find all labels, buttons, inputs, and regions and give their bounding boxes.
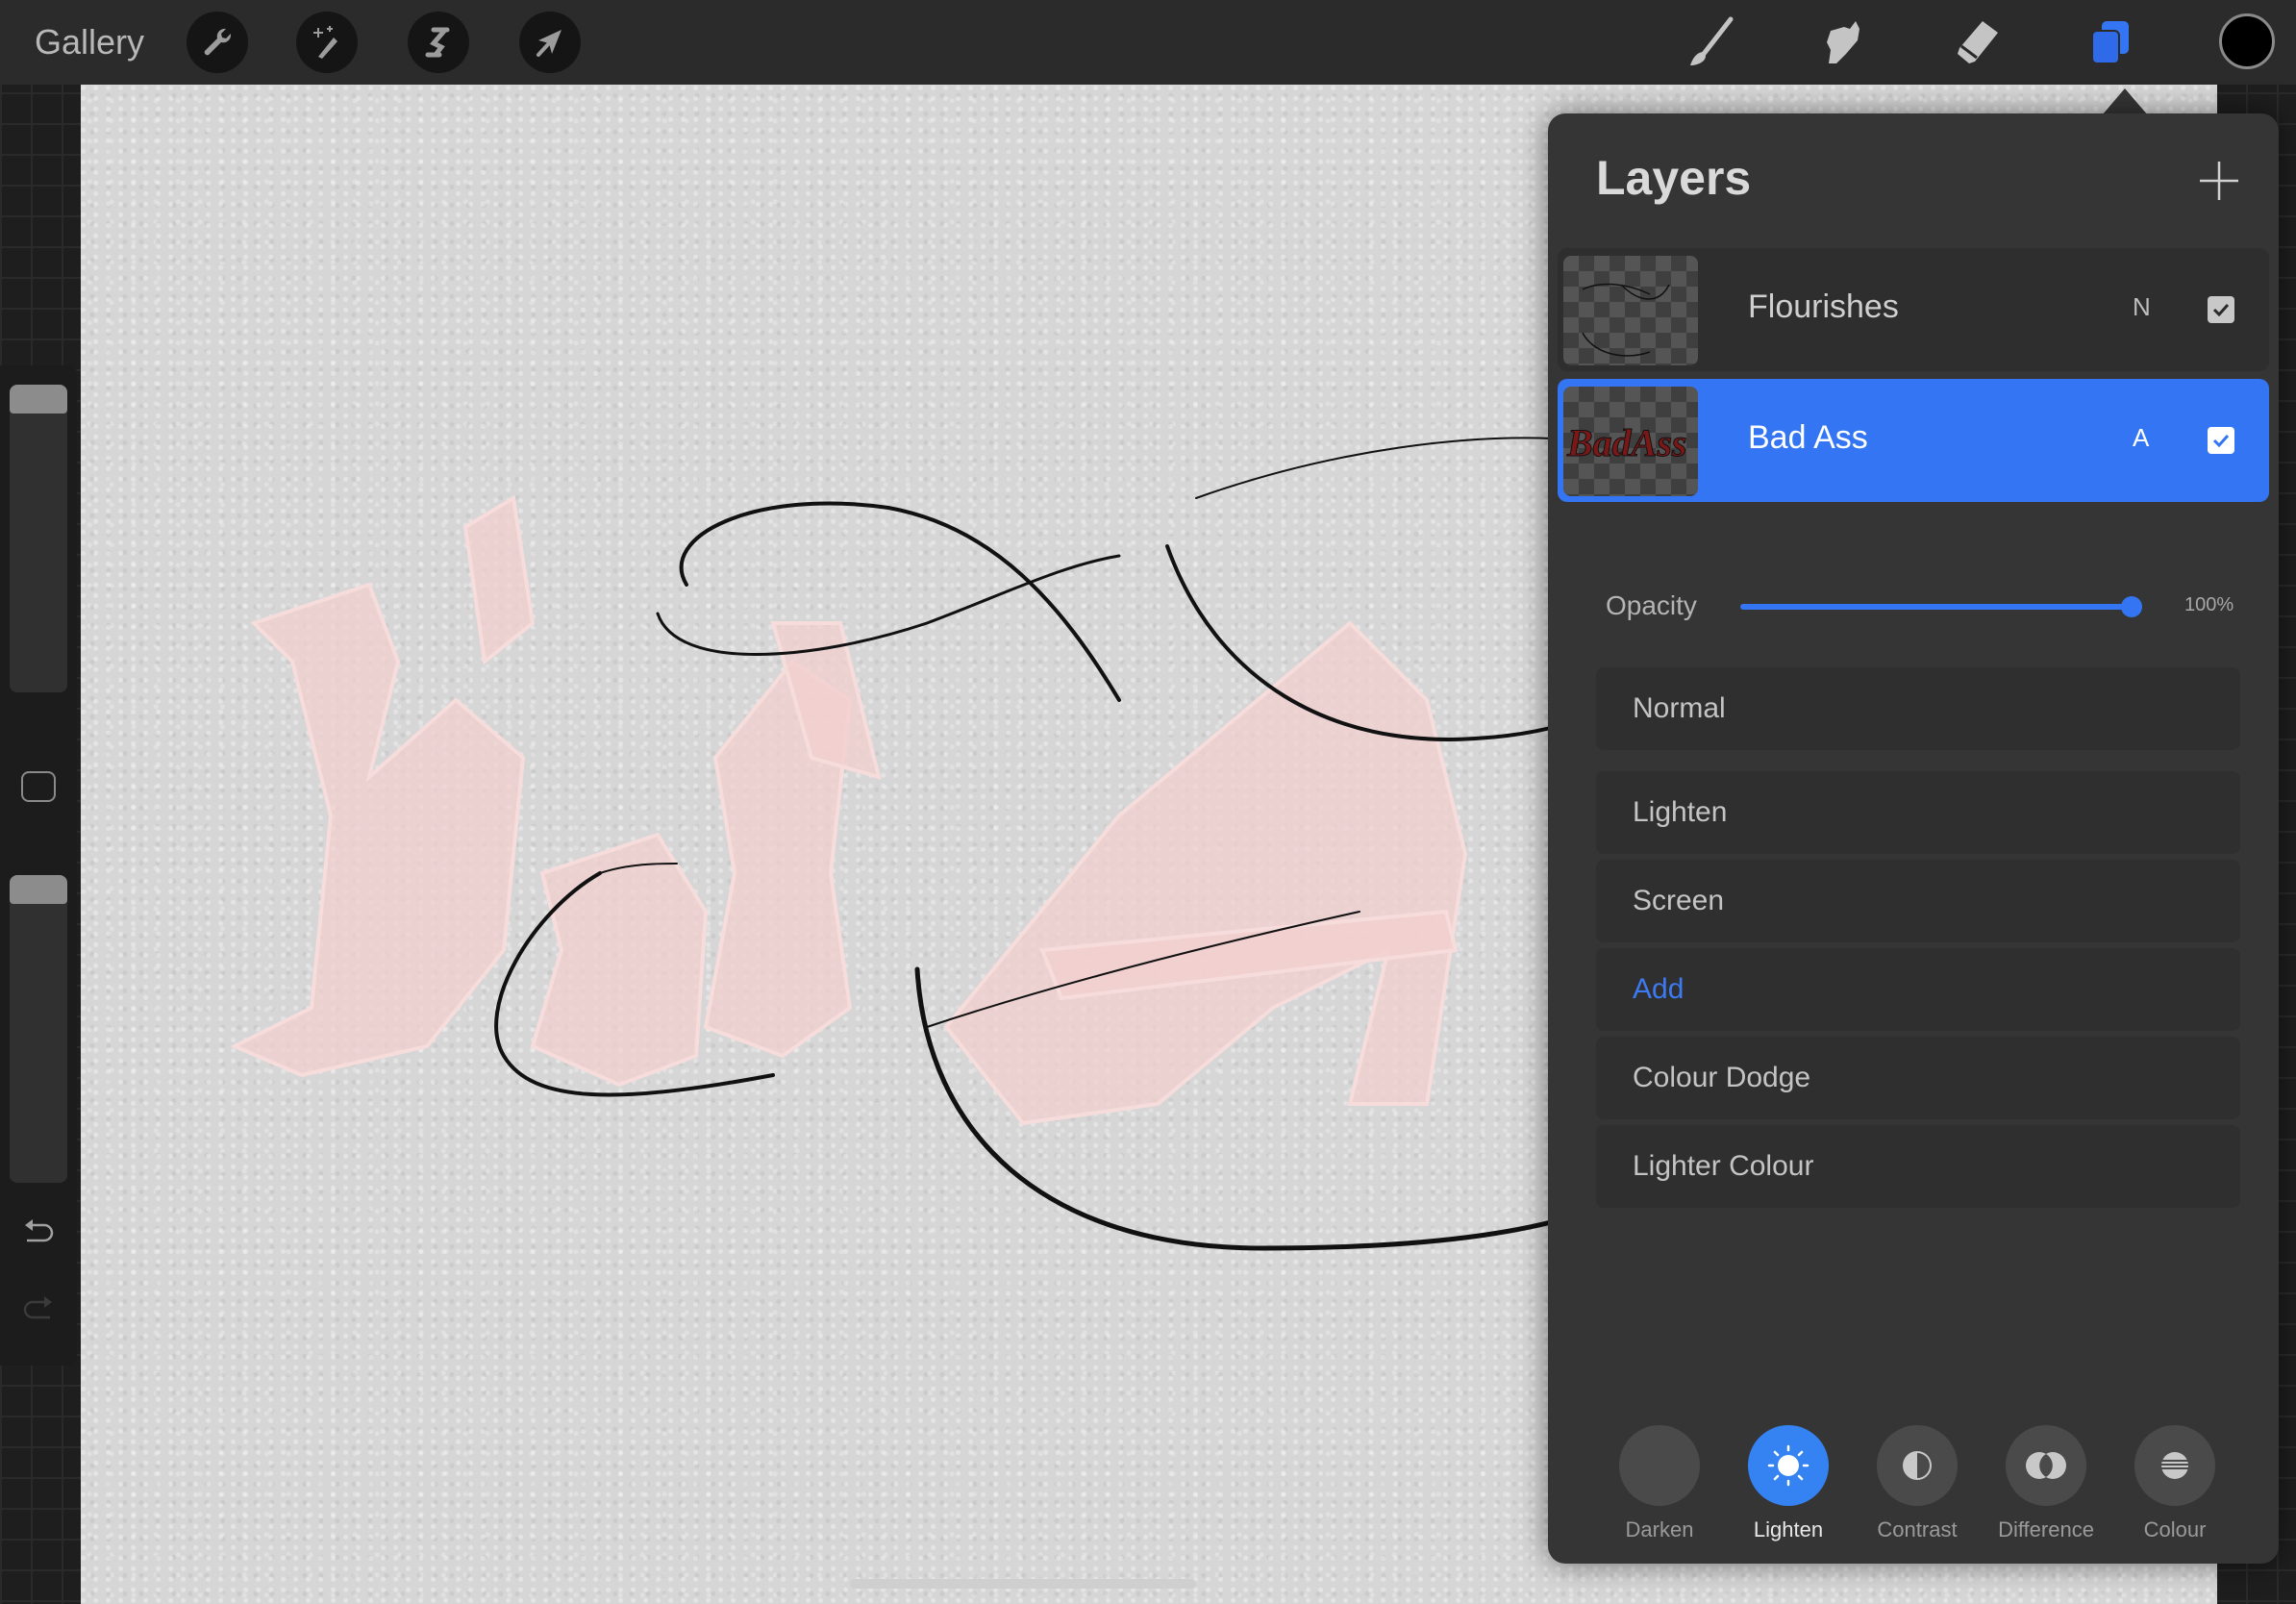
smudge-tool-button[interactable] bbox=[1809, 12, 1879, 73]
brush-icon bbox=[1690, 16, 1734, 65]
letter-a-capital bbox=[943, 620, 1468, 1126]
overlap-circles-icon bbox=[2026, 1452, 2066, 1479]
gallery-button[interactable]: Gallery bbox=[35, 19, 144, 65]
opacity-slider-thumb[interactable] bbox=[2121, 596, 2142, 617]
category-label: Difference bbox=[1998, 1517, 2094, 1541]
moon-icon bbox=[1649, 1453, 1668, 1478]
layer-row-bad-ass[interactable]: BadAss Bad Ass A bbox=[1558, 379, 2269, 502]
undo-icon bbox=[25, 1219, 54, 1242]
layer-visibility-checkbox[interactable] bbox=[2208, 427, 2234, 454]
brush-tool-button[interactable] bbox=[1677, 12, 1746, 73]
layers-tool-button[interactable] bbox=[2077, 12, 2146, 73]
brush-opacity-slider[interactable] bbox=[10, 875, 67, 1183]
smudge-finger-icon bbox=[1827, 21, 1859, 63]
selection-button[interactable] bbox=[408, 12, 469, 73]
blend-mode-label: Screen bbox=[1633, 885, 1725, 916]
modify-button[interactable] bbox=[21, 771, 56, 802]
checkmark-icon bbox=[2212, 303, 2230, 316]
layer-visibility-checkbox[interactable] bbox=[2208, 296, 2234, 323]
blend-mode-label: Normal bbox=[1633, 692, 1726, 724]
eraser-icon bbox=[1958, 21, 1998, 63]
sun-icon bbox=[1767, 1444, 1809, 1487]
flourish-arc-top-entry bbox=[1195, 437, 1582, 499]
add-layer-button[interactable] bbox=[2198, 160, 2240, 202]
color-picker-button[interactable] bbox=[2219, 13, 2275, 69]
layer-row-flourishes[interactable]: Flourishes N bbox=[1558, 248, 2269, 371]
redo-button[interactable] bbox=[17, 1289, 60, 1327]
blend-mode-normal[interactable]: Normal bbox=[1596, 667, 2240, 750]
checkmark-icon bbox=[2212, 434, 2230, 447]
home-indicator bbox=[850, 1579, 1196, 1589]
category-label: Contrast bbox=[1877, 1517, 1958, 1541]
flourish-loop-top bbox=[679, 501, 1121, 702]
category-difference-button[interactable] bbox=[2006, 1425, 2086, 1506]
blend-mode-label: Add bbox=[1633, 973, 1685, 1005]
transform-button[interactable] bbox=[519, 12, 581, 73]
layer-blend-mode-button[interactable]: A bbox=[2133, 423, 2149, 453]
category-label: Colour bbox=[2143, 1517, 2207, 1541]
letter-b bbox=[230, 582, 526, 1078]
left-sidebar bbox=[0, 365, 77, 1366]
plus-icon bbox=[2200, 162, 2238, 200]
category-label: Lighten bbox=[1753, 1517, 1824, 1541]
blend-mode-label: Colour Dodge bbox=[1633, 1062, 1811, 1093]
top-toolbar: Gallery bbox=[0, 0, 2296, 85]
blend-mode-add[interactable]: Add bbox=[1596, 948, 2240, 1031]
magic-wand-icon bbox=[313, 26, 337, 59]
opacity-label: Opacity bbox=[1606, 590, 1697, 620]
layers-panel: Layers Flourishes N BadAss Bad Ass A Opa… bbox=[1548, 113, 2279, 1564]
category-lighten-button[interactable] bbox=[1748, 1425, 1829, 1506]
blend-mode-lighten[interactable]: Lighten bbox=[1596, 771, 2240, 854]
eraser-tool-button[interactable] bbox=[1942, 12, 2011, 73]
layer-name: Flourishes bbox=[1748, 288, 1899, 325]
striped-circle-icon bbox=[2161, 1452, 2188, 1479]
arrow-cursor-icon bbox=[537, 30, 562, 57]
brush-opacity-thumb[interactable] bbox=[10, 875, 67, 904]
blend-mode-colour-dodge[interactable]: Colour Dodge bbox=[1596, 1037, 2240, 1119]
selection-s-icon bbox=[425, 27, 450, 58]
layer-blend-mode-button[interactable]: N bbox=[2133, 292, 2151, 322]
blend-mode-label: Lighter Colour bbox=[1633, 1150, 1814, 1182]
letter-a bbox=[530, 832, 709, 1088]
panel-pointer bbox=[2102, 88, 2148, 115]
layer-thumbnail: BadAss bbox=[1563, 387, 1698, 496]
layer-thumbnail bbox=[1563, 256, 1698, 365]
opacity-slider[interactable] bbox=[1740, 596, 2142, 617]
half-circle-icon bbox=[1903, 1451, 1932, 1480]
letter-b-stem bbox=[462, 494, 536, 665]
flourish-thumbnail-art bbox=[1582, 283, 1670, 357]
category-darken-button[interactable] bbox=[1619, 1425, 1700, 1506]
category-colour-button[interactable] bbox=[2134, 1425, 2215, 1506]
layer-name: Bad Ass bbox=[1748, 419, 1868, 456]
panel-title: Layers bbox=[1596, 151, 1752, 205]
brush-size-thumb[interactable] bbox=[10, 385, 67, 414]
blend-mode-lighter-colour[interactable]: Lighter Colour bbox=[1596, 1125, 2240, 1208]
wrench-icon bbox=[204, 28, 232, 56]
redo-icon bbox=[23, 1296, 52, 1319]
undo-button[interactable] bbox=[17, 1212, 60, 1250]
bad-ass-thumbnail-art: BadAss bbox=[1566, 421, 1688, 465]
category-label: Darken bbox=[1625, 1517, 1694, 1541]
blend-mode-screen[interactable]: Screen bbox=[1596, 860, 2240, 942]
layers-icon bbox=[2091, 21, 2129, 64]
blend-mode-label: Lighten bbox=[1633, 796, 1728, 828]
category-contrast-button[interactable] bbox=[1877, 1425, 1958, 1506]
bad-ass-lettering bbox=[230, 494, 1468, 1126]
brush-size-slider[interactable] bbox=[10, 385, 67, 692]
thumbnail-text: BadAss bbox=[1566, 421, 1687, 464]
opacity-value: 100% bbox=[2184, 594, 2234, 615]
adjustments-button[interactable] bbox=[296, 12, 358, 73]
actions-button[interactable] bbox=[187, 12, 248, 73]
